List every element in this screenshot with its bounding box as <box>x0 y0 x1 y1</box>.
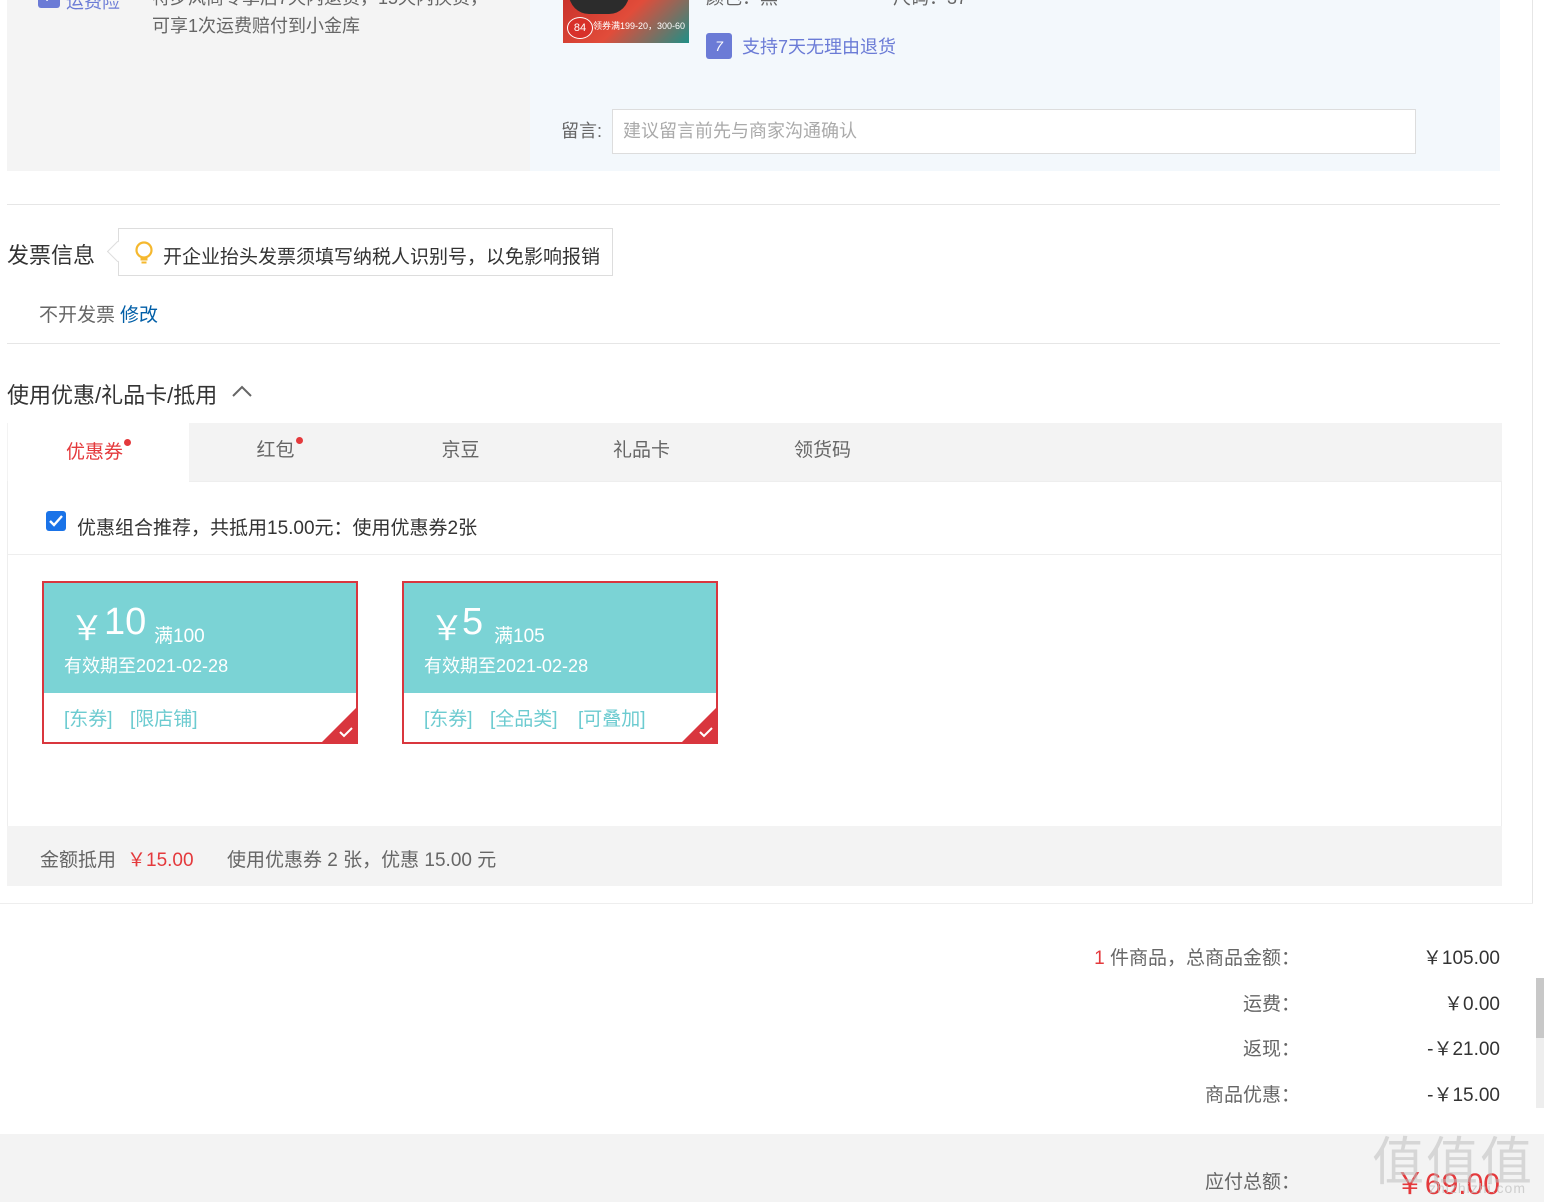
freight-insurance-desc-line1: 特步风商专享后7天内退货，15天内换货， <box>152 0 488 10</box>
invoice-status: 不开发票 <box>39 305 116 326</box>
coupon-tag: [东券] <box>64 709 113 730</box>
coupon-amount: 10 <box>104 601 147 643</box>
item-total-value: ￥105.00 <box>1422 948 1500 969</box>
item-count: 1 <box>1094 948 1105 969</box>
invoice-tip-text: 开企业抬头发票须填写纳税人识别号，以免影响报销 <box>163 247 601 268</box>
invoice-section-title: 发票信息 <box>7 243 96 268</box>
shipping-fee-value: ￥0.00 <box>1444 994 1500 1015</box>
scrollbar-track[interactable] <box>1536 1038 1544 1108</box>
message-input[interactable] <box>612 109 1416 154</box>
tab-label: 礼品卡 <box>612 440 670 461</box>
coupon-condition: 满100 <box>154 626 205 647</box>
selected-check-icon <box>699 727 713 738</box>
item-total-label: 1 件商品，总商品金额： <box>1094 943 1300 970</box>
coupon-card[interactable]: ￥ 5 满105 有效期至2021-02-28 [东券] [全品类] [可叠加] <box>402 581 718 744</box>
invoice-tip-bubble: 开企业抬头发票须填写纳税人识别号，以免影响报销 <box>118 228 613 276</box>
shipping-fee-label: 运费： <box>1242 994 1300 1015</box>
return-policy-text: 支持7天无理由退货 <box>742 37 897 57</box>
item-total-label-text: 件商品，总商品金额： <box>1104 948 1300 969</box>
combo-divider <box>7 554 1502 555</box>
coupon-validity: 有效期至2021-02-28 <box>424 656 589 676</box>
coupon-currency: ￥ <box>70 610 104 648</box>
freight-insurance-label[interactable]: 运费险 <box>66 0 120 14</box>
tab-jingdou[interactable]: 京豆 <box>370 423 551 482</box>
tab-red-packets[interactable]: 红包 <box>189 423 370 482</box>
product-size-spec: 尺码：37 <box>893 0 967 10</box>
discount-footer-label: 金额抵用 <box>40 850 117 871</box>
freight-insurance-icon: ✓ <box>38 0 60 8</box>
coupon-amount: 5 <box>462 601 484 643</box>
product-thumbnail[interactable]: 84 领券满199-20，300-60 <box>563 0 689 43</box>
tab-pickup-code[interactable]: 领货码 <box>732 423 913 482</box>
tab-coupons[interactable]: 优惠券 <box>8 423 189 485</box>
freight-insurance-desc-line2: 可享1次运费赔付到小金库 <box>152 16 361 36</box>
scrollbar-thumb[interactable] <box>1536 978 1544 1038</box>
cashback-value: -￥21.00 <box>1427 1039 1500 1060</box>
coupon-condition: 满105 <box>494 626 545 647</box>
payable-label: 应付总额： <box>1204 1172 1300 1193</box>
section-divider <box>7 343 1500 344</box>
tab-label: 优惠券 <box>65 442 123 463</box>
invoice-edit-link[interactable]: 修改 <box>120 300 158 327</box>
product-discount-value: -￥15.00 <box>1427 1085 1500 1106</box>
coupon-header: ￥ 5 满105 有效期至2021-02-28 <box>404 583 716 693</box>
coupon-tag: [可叠加] <box>578 709 646 730</box>
product-color-spec: 颜色：黑 <box>706 0 778 10</box>
panel-border <box>0 903 1533 904</box>
price-badge: 84 <box>567 17 593 39</box>
coupon-validity: 有效期至2021-02-28 <box>64 656 229 676</box>
coupon-header: ￥ 10 满100 有效期至2021-02-28 <box>44 583 356 693</box>
coupon-tag: [限店铺] <box>130 709 198 730</box>
discount-footer-amount: ￥15.00 <box>127 850 194 871</box>
coupon-tag: [全品类] <box>490 709 558 730</box>
coupon-tag: [东券] <box>424 709 473 730</box>
message-label: 留言: <box>561 121 603 141</box>
watermark-url: zhizhizhi.com <box>1428 1180 1526 1196</box>
discount-section-title[interactable]: 使用优惠/礼品卡/抵用 <box>7 378 217 410</box>
notification-dot <box>124 439 131 446</box>
thumbnail-promo-text: 领券满199-20，300-60 <box>593 21 686 31</box>
seven-day-return-icon: 7 <box>706 33 732 59</box>
coupon-currency: ￥ <box>430 610 464 648</box>
combo-recommend-checkbox[interactable] <box>46 511 66 531</box>
shoe-image <box>569 0 629 14</box>
coupon-card[interactable]: ￥ 10 满100 有效期至2021-02-28 [东券] [限店铺] <box>42 581 358 744</box>
tab-label: 京豆 <box>441 440 480 461</box>
product-discount-label: 商品优惠： <box>1204 1085 1300 1106</box>
payable-bar <box>0 1134 1544 1202</box>
panel-border <box>1532 0 1533 903</box>
notification-dot <box>295 437 303 444</box>
section-divider <box>7 204 1500 205</box>
cashback-label: 返现： <box>1242 1039 1300 1060</box>
chevron-up-icon[interactable] <box>232 384 252 398</box>
combo-recommend-text: 优惠组合推荐，共抵用15.00元：使用优惠券2张 <box>77 518 478 539</box>
tab-label: 红包 <box>256 440 295 461</box>
checkmark-icon <box>49 515 63 527</box>
selected-check-icon <box>339 727 353 738</box>
tab-label: 领货码 <box>793 440 851 461</box>
tab-gift-card[interactable]: 礼品卡 <box>551 423 732 482</box>
lightbulb-icon <box>135 241 153 264</box>
discount-footer-desc: 使用优惠券 2 张，优惠 15.00 元 <box>227 850 497 871</box>
